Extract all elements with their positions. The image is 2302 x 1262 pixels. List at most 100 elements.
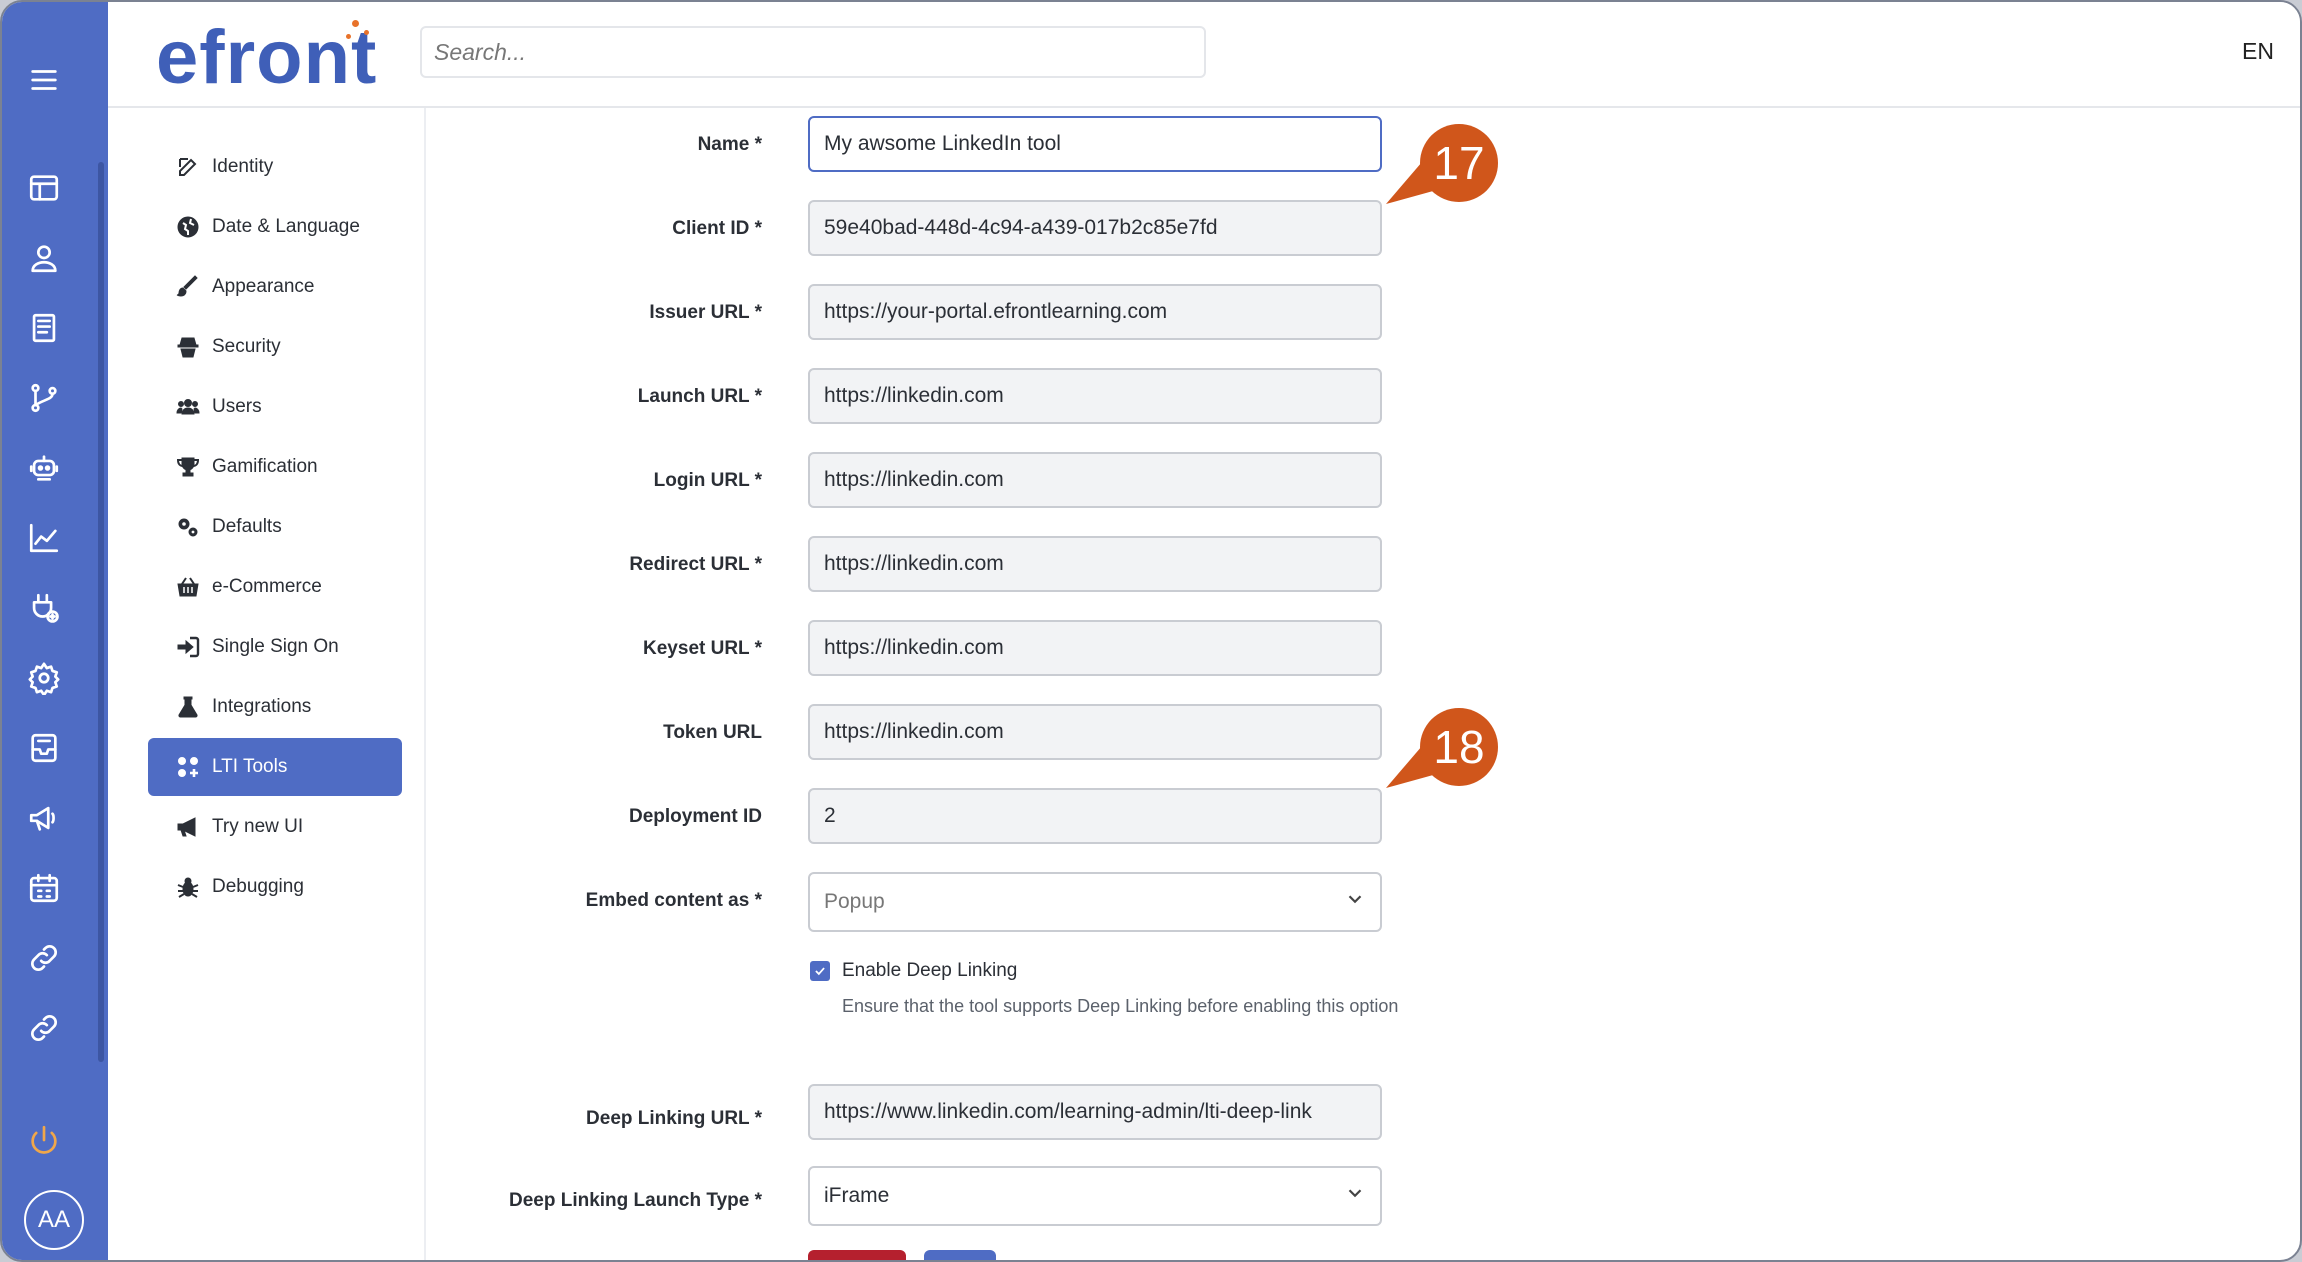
token-url-label: Token URL <box>663 722 762 743</box>
sidebar-item-defaults[interactable]: Defaults <box>148 498 402 556</box>
dashboard-icon[interactable] <box>24 168 64 208</box>
sidebar-item-label: Try new UI <box>212 816 304 837</box>
search-input[interactable] <box>420 26 1206 78</box>
link-icon[interactable] <box>24 1008 64 1048</box>
callout-number: 18 <box>1420 708 1498 786</box>
embed-content-value: Popup <box>824 890 885 913</box>
sidebar-item-label: Identity <box>212 156 274 177</box>
bug-icon <box>174 873 202 901</box>
sidebar-item-label: Users <box>212 396 262 417</box>
sidebar-item-label: Defaults <box>212 516 282 537</box>
robot-icon[interactable] <box>24 448 64 488</box>
sidebar-item-users[interactable]: Users <box>148 378 402 436</box>
sidebar-item-integrations[interactable]: Integrations <box>148 678 402 736</box>
basket-icon <box>174 573 202 601</box>
sidebar-item-label: Integrations <box>212 696 312 717</box>
redirect-url-label: Redirect URL * <box>629 554 762 575</box>
deployment-id-input[interactable] <box>808 788 1382 844</box>
deep-linking-launch-type-value: iFrame <box>824 1184 890 1207</box>
efront-logo[interactable]: efront <box>156 14 377 101</box>
lti-tool-form: Name * Client ID * Issuer URL * Launch U… <box>428 108 2300 1260</box>
sidebar-item-label: e-Commerce <box>212 576 322 597</box>
rail-scrollbar[interactable] <box>98 162 104 1062</box>
cancel-button[interactable] <box>808 1250 906 1260</box>
issuer-url-label: Issuer URL * <box>649 302 762 323</box>
menu-icon[interactable] <box>24 60 64 100</box>
edit-icon <box>174 153 202 181</box>
save-button[interactable] <box>924 1250 996 1260</box>
power-icon[interactable] <box>24 1120 64 1160</box>
client-id-label: Client ID * <box>672 218 762 239</box>
login-url-input[interactable] <box>808 452 1382 508</box>
name-label: Name * <box>697 134 762 155</box>
name-input[interactable] <box>808 116 1382 172</box>
top-header: efront EN <box>108 2 2300 108</box>
sidebar-item-label: Security <box>212 336 281 357</box>
deep-linking-toggle[interactable]: Enable Deep Linking <box>810 960 1017 982</box>
launch-url-label: Launch URL * <box>637 386 762 407</box>
deep-linking-url-label: Deep Linking URL * <box>586 1108 762 1129</box>
language-selector[interactable]: EN <box>2242 38 2274 65</box>
sidebar-item-date-language[interactable]: Date & Language <box>148 198 402 256</box>
logo-text: efront <box>156 15 378 100</box>
spy-icon <box>174 333 202 361</box>
sidebar-item-label: Date & Language <box>212 216 360 237</box>
launch-url-input[interactable] <box>808 368 1382 424</box>
settings-sidebar: Identity Date & Language Appearance Secu… <box>108 108 426 1260</box>
link-icon[interactable] <box>24 938 64 978</box>
deep-linking-label: Enable Deep Linking <box>842 960 1018 981</box>
redirect-url-input[interactable] <box>808 536 1382 592</box>
issuer-url-input[interactable] <box>808 284 1382 340</box>
token-url-input[interactable] <box>808 704 1382 760</box>
deep-linking-launch-type-select[interactable]: iFrame <box>808 1166 1382 1226</box>
trophy-icon <box>174 453 202 481</box>
sidebar-item-lti-tools[interactable]: LTI Tools <box>148 738 402 796</box>
branches-icon[interactable] <box>24 378 64 418</box>
sidebar-item-try-new-ui[interactable]: Try new UI <box>148 798 402 856</box>
sidebar-item-security[interactable]: Security <box>148 318 402 376</box>
lti-icon <box>174 753 202 781</box>
chevron-down-icon <box>1344 1182 1366 1210</box>
sidebar-item-appearance[interactable]: Appearance <box>148 258 402 316</box>
login-url-label: Login URL * <box>653 470 762 491</box>
app-window: AA efront EN Identity Date & Language Ap… <box>0 0 2302 1262</box>
callout-number: 17 <box>1420 124 1498 202</box>
sidebar-item-label: Appearance <box>212 276 315 297</box>
deep-linking-launch-type-label: Deep Linking Launch Type * <box>508 1190 762 1211</box>
sidebar-item-gamification[interactable]: Gamification <box>148 438 402 496</box>
calendar-icon[interactable] <box>24 868 64 908</box>
deep-linking-url-input[interactable] <box>808 1084 1382 1140</box>
callout-badge: 18 <box>1386 708 1498 788</box>
sidebar-item-debugging[interactable]: Debugging <box>148 858 402 916</box>
sign-in-icon <box>174 633 202 661</box>
main-rail: AA <box>2 2 108 1260</box>
client-id-input[interactable] <box>808 200 1382 256</box>
embed-content-label: Embed content as * <box>585 890 762 911</box>
sidebar-item-single-sign-on[interactable]: Single Sign On <box>148 618 402 676</box>
sidebar-item-ecommerce[interactable]: e-Commerce <box>148 558 402 616</box>
sidebar-item-label: LTI Tools <box>212 756 288 777</box>
embed-content-select[interactable]: Popup <box>808 872 1382 932</box>
plugin-icon[interactable] <box>24 588 64 628</box>
sidebar-item-label: Debugging <box>212 876 304 897</box>
keyset-url-input[interactable] <box>808 620 1382 676</box>
callout-badge: 17 <box>1386 124 1498 204</box>
user-icon[interactable] <box>24 238 64 278</box>
deep-linking-hint: Ensure that the tool supports Deep Linki… <box>842 996 1399 1016</box>
globe-icon <box>174 213 202 241</box>
sidebar-item-label: Single Sign On <box>212 636 339 657</box>
announcements-icon[interactable] <box>24 798 64 838</box>
sidebar-item-identity[interactable]: Identity <box>148 138 402 196</box>
deployment-id-label: Deployment ID <box>628 806 762 827</box>
deep-linking-checkbox[interactable] <box>810 961 830 981</box>
keyset-url-label: Keyset URL * <box>643 638 762 659</box>
avatar[interactable]: AA <box>24 1190 84 1250</box>
chevron-down-icon <box>1344 888 1366 916</box>
reports-icon[interactable] <box>24 518 64 558</box>
cogs-icon <box>174 513 202 541</box>
messages-icon[interactable] <box>24 728 64 768</box>
users-icon <box>174 393 202 421</box>
courses-icon[interactable] <box>24 308 64 348</box>
settings-icon[interactable] <box>24 658 64 698</box>
flask-icon <box>174 693 202 721</box>
